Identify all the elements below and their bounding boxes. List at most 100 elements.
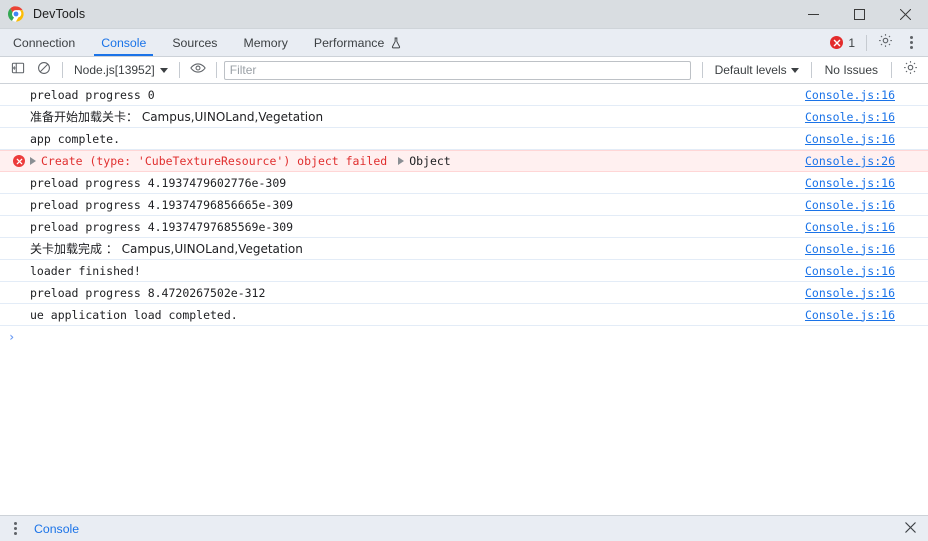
toolbar-divider-5 [810,62,812,78]
console-log-message[interactable]: preload progress 0 Console.js:16 [0,84,928,106]
chevron-down-icon [159,67,168,73]
console-log-message[interactable]: 准备开始加载关卡： Campus,UINOLand,Vegetation Cons… [0,106,928,128]
window-titlebar: DevTools [0,0,928,29]
devtools-more-button[interactable] [898,31,924,55]
error-circle-icon [830,36,844,49]
prompt-chevron-icon: › [8,330,16,344]
message-source-link[interactable]: Console.js:16 [805,264,895,278]
message-source-link[interactable]: Console.js:16 [805,242,895,256]
flask-icon [390,37,402,49]
tab-connection[interactable]: Connection [0,29,88,56]
message-object-preview[interactable]: Object [398,154,451,168]
gear-icon [903,60,918,80]
console-log-message[interactable]: app complete. Console.js:16 [0,128,928,150]
message-source-link[interactable]: Console.js:16 [805,88,895,102]
message-text: preload progress 0 [30,87,155,102]
live-expression-eye-icon [189,61,206,80]
tab-console[interactable]: Console [88,29,159,56]
console-settings-button[interactable] [897,59,923,81]
expand-triangle-icon[interactable] [30,157,36,165]
console-log-message[interactable]: preload progress 8.4720267502e-312 Consol… [0,282,928,304]
drawer-tab-console[interactable]: Console [24,522,89,536]
console-error-message[interactable]: Create (type: 'CubeTextureResource') obj… [0,150,928,172]
log-levels-dropdown[interactable]: Default levels [708,63,806,77]
console-log-message[interactable]: preload progress 4.1937479602776e-309 Con… [0,172,928,194]
console-filter-input[interactable] [223,60,691,80]
tab-connection-label: Connection [13,35,76,50]
toolbar-divider-6 [891,62,892,78]
message-source-link[interactable]: Console.js:16 [805,176,895,190]
toolbar-divider-4 [701,62,703,78]
message-source-link[interactable]: Console.js:16 [805,110,895,124]
console-log-message[interactable]: loader finished! Console.js:16 [0,260,928,282]
message-source-link[interactable]: Console.js:16 [805,308,895,322]
tab-performance-label: Performance [313,35,385,50]
message-source-link[interactable]: Console.js:16 [805,198,895,212]
message-source-link[interactable]: Console.js:16 [805,286,895,300]
console-prompt-row[interactable]: › [0,326,928,348]
console-log-message[interactable]: ue application load completed. Console.js… [0,304,928,326]
tab-sources[interactable]: Sources [159,29,230,56]
message-text: preload progress 4.19374797685569e-309 [30,219,294,234]
close-icon [904,520,916,538]
message-gutter [8,155,30,167]
drawer-close-button[interactable] [898,520,922,538]
clear-console-icon [37,61,51,80]
window-maximize-button[interactable] [836,0,882,29]
console-messages: preload progress 0 Console.js:16 准备开始加载关卡：… [0,84,928,326]
window-title: DevTools [33,7,86,21]
error-circle-icon [13,155,25,167]
chrome-logo-icon [8,6,24,22]
chevron-down-icon [790,67,799,73]
console-log-message[interactable]: preload progress 4.19374797685569e-309 Co… [0,216,928,238]
sidebar-panel-icon [11,61,25,80]
devtools-tabstrip: Connection Console Sources Memory Perfor… [0,29,928,57]
message-source-link[interactable]: Console.js:16 [805,220,895,234]
tab-sources-label: Sources [172,35,218,50]
message-text: app complete. [30,131,121,146]
message-source-link[interactable]: Console.js:16 [805,132,895,146]
tab-performance[interactable]: Performance [301,29,415,56]
object-label: Object [409,154,451,168]
console-message-list[interactable]: preload progress 0 Console.js:16 准备开始加载关卡：… [0,84,928,515]
message-text: ue application load completed. [30,307,238,322]
live-expression-button[interactable] [185,59,211,81]
message-source-link[interactable]: Console.js:26 [805,154,895,168]
issues-label: No Issues [824,63,878,77]
tab-memory[interactable]: Memory [230,29,300,56]
window-controls [790,0,928,29]
gear-icon [878,33,893,53]
window-close-button[interactable] [882,0,928,29]
log-levels-label: Default levels [714,63,787,77]
message-text: Create (type: 'CubeTextureResource') obj… [41,154,388,168]
drawer-tab-label: Console [34,521,80,536]
expand-triangle-icon[interactable] [398,157,405,165]
console-sidebar-toggle-button[interactable] [5,59,31,81]
window-minimize-button[interactable] [790,0,836,29]
error-count-badge[interactable]: 1 [824,36,861,50]
console-log-message[interactable]: preload progress 4.19374796856665e-309 Co… [0,194,928,216]
toolbar-divider-2 [178,62,180,78]
tab-memory-label: Memory [243,35,288,50]
issues-button[interactable]: No Issues [817,63,886,77]
message-text: 关卡加载完成 ： Campus,UINOLand,Vegetation [30,242,303,256]
toolbar-divider-1 [62,62,63,78]
more-vertical-icon [13,522,17,535]
message-text: preload progress 4.1937479602776e-309 [30,175,287,190]
execution-context-selector[interactable]: Node.js[13952] [68,60,174,80]
devtools-settings-button[interactable] [872,31,898,55]
devtools-window: DevTools Connection Console Sources Memo… [0,0,928,541]
console-toolbar: Node.js[13952] Default levels No Issues [0,57,928,84]
tabstrip-divider [866,34,867,51]
more-vertical-icon [909,36,913,49]
clear-console-button[interactable] [31,59,57,81]
titlebar-left: DevTools [0,6,85,22]
tabstrip-right-controls: 1 [824,29,928,56]
execution-context-label: Node.js[13952] [74,63,155,77]
drawer-more-button[interactable] [6,522,24,535]
console-log-message[interactable]: 关卡加载完成 ： Campus,UINOLand,Vegetation Conso… [0,238,928,260]
message-text: preload progress 8.4720267502e-312 [30,285,266,300]
message-text: preload progress 4.19374796856665e-309 [30,197,294,212]
message-text: 准备开始加载关卡： Campus,UINOLand,Vegetation [30,110,324,124]
message-text: loader finished! [30,263,141,278]
